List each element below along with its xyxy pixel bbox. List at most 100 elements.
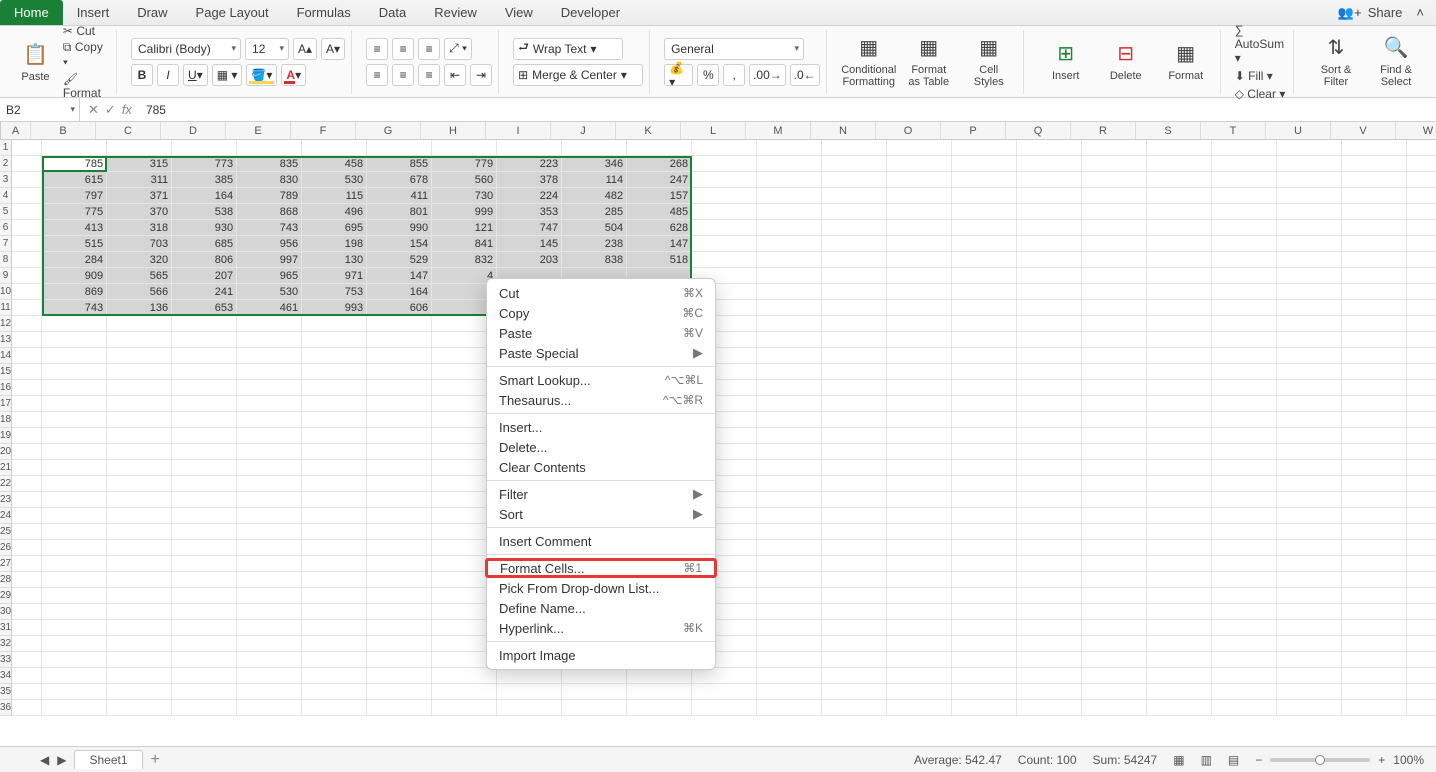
cell-V31[interactable] xyxy=(1342,620,1407,636)
cell-U16[interactable] xyxy=(1277,380,1342,396)
view-normal-icon[interactable]: ▦ xyxy=(1173,753,1184,767)
cell-C10[interactable]: 566 xyxy=(107,284,172,300)
row-head-1[interactable]: 1 xyxy=(0,140,11,156)
cell-O20[interactable] xyxy=(887,444,952,460)
cell-D2[interactable]: 773 xyxy=(172,156,237,172)
cell-K8[interactable]: 518 xyxy=(627,252,692,268)
cell-W25[interactable] xyxy=(1407,524,1436,540)
cell-V35[interactable] xyxy=(1342,684,1407,700)
cell-C8[interactable]: 320 xyxy=(107,252,172,268)
cell-U6[interactable] xyxy=(1277,220,1342,236)
cell-K3[interactable]: 247 xyxy=(627,172,692,188)
cell-M30[interactable] xyxy=(757,604,822,620)
cell-K2[interactable]: 268 xyxy=(627,156,692,172)
cell-C14[interactable] xyxy=(107,348,172,364)
cell-N5[interactable] xyxy=(822,204,887,220)
cell-G29[interactable] xyxy=(367,588,432,604)
cell-W12[interactable] xyxy=(1407,316,1436,332)
cell-T16[interactable] xyxy=(1212,380,1277,396)
cancel-formula-icon[interactable]: ✕ xyxy=(88,102,99,118)
row-head-20[interactable]: 20 xyxy=(0,444,11,460)
cell-E10[interactable]: 530 xyxy=(237,284,302,300)
cell-V13[interactable] xyxy=(1342,332,1407,348)
cell-F30[interactable] xyxy=(302,604,367,620)
cell-N33[interactable] xyxy=(822,652,887,668)
cell-Q19[interactable] xyxy=(1017,428,1082,444)
cell-U3[interactable] xyxy=(1277,172,1342,188)
cell-B14[interactable] xyxy=(42,348,107,364)
cell-M5[interactable] xyxy=(757,204,822,220)
cell-P34[interactable] xyxy=(952,668,1017,684)
cell-F35[interactable] xyxy=(302,684,367,700)
cell-V9[interactable] xyxy=(1342,268,1407,284)
row-head-11[interactable]: 11 xyxy=(0,300,11,316)
cell-J34[interactable] xyxy=(562,668,627,684)
cell-B5[interactable]: 775 xyxy=(42,204,107,220)
cell-O31[interactable] xyxy=(887,620,952,636)
cell-O5[interactable] xyxy=(887,204,952,220)
cell-B22[interactable] xyxy=(42,476,107,492)
cell-A22[interactable] xyxy=(12,476,42,492)
cell-U19[interactable] xyxy=(1277,428,1342,444)
cell-C27[interactable] xyxy=(107,556,172,572)
cell-P32[interactable] xyxy=(952,636,1017,652)
cell-R9[interactable] xyxy=(1082,268,1147,284)
cell-K7[interactable]: 147 xyxy=(627,236,692,252)
cell-W16[interactable] xyxy=(1407,380,1436,396)
row-head-18[interactable]: 18 xyxy=(0,412,11,428)
cell-S25[interactable] xyxy=(1147,524,1212,540)
cell-R18[interactable] xyxy=(1082,412,1147,428)
cell-U28[interactable] xyxy=(1277,572,1342,588)
cell-M17[interactable] xyxy=(757,396,822,412)
ribbon-tab-data[interactable]: Data xyxy=(365,0,420,25)
cell-F2[interactable]: 458 xyxy=(302,156,367,172)
col-head-C[interactable]: C xyxy=(96,122,161,139)
cell-W20[interactable] xyxy=(1407,444,1436,460)
ctx-delete-[interactable]: Delete... xyxy=(487,437,715,457)
cell-M4[interactable] xyxy=(757,188,822,204)
cell-C26[interactable] xyxy=(107,540,172,556)
cell-U7[interactable] xyxy=(1277,236,1342,252)
cell-M3[interactable] xyxy=(757,172,822,188)
cell-A4[interactable] xyxy=(12,188,42,204)
cell-B35[interactable] xyxy=(42,684,107,700)
cell-D14[interactable] xyxy=(172,348,237,364)
cell-S6[interactable] xyxy=(1147,220,1212,236)
cell-K34[interactable] xyxy=(627,668,692,684)
cell-A7[interactable] xyxy=(12,236,42,252)
cell-Q16[interactable] xyxy=(1017,380,1082,396)
row-head-10[interactable]: 10 xyxy=(0,284,11,300)
cell-V30[interactable] xyxy=(1342,604,1407,620)
cell-C2[interactable]: 315 xyxy=(107,156,172,172)
conditional-formatting-button[interactable]: ▦Conditional Formatting xyxy=(841,30,897,92)
cell-P8[interactable] xyxy=(952,252,1017,268)
comma-button[interactable]: , xyxy=(723,64,745,86)
cell-O26[interactable] xyxy=(887,540,952,556)
cell-G31[interactable] xyxy=(367,620,432,636)
ctx-hyperlink-[interactable]: Hyperlink...⌘K xyxy=(487,618,715,638)
cell-E2[interactable]: 835 xyxy=(237,156,302,172)
cell-E32[interactable] xyxy=(237,636,302,652)
cell-O1[interactable] xyxy=(887,140,952,156)
font-color-button[interactable]: A ▾ xyxy=(281,64,306,86)
cell-Q15[interactable] xyxy=(1017,364,1082,380)
cell-G15[interactable] xyxy=(367,364,432,380)
cell-E7[interactable]: 956 xyxy=(237,236,302,252)
ribbon-tab-view[interactable]: View xyxy=(491,0,547,25)
sheet-tab[interactable]: Sheet1 xyxy=(74,750,142,769)
cell-O4[interactable] xyxy=(887,188,952,204)
cell-I2[interactable]: 223 xyxy=(497,156,562,172)
cell-O32[interactable] xyxy=(887,636,952,652)
cell-O36[interactable] xyxy=(887,700,952,716)
cell-M8[interactable] xyxy=(757,252,822,268)
cell-G3[interactable]: 678 xyxy=(367,172,432,188)
col-head-Q[interactable]: Q xyxy=(1006,122,1071,139)
cell-M7[interactable] xyxy=(757,236,822,252)
cell-Q11[interactable] xyxy=(1017,300,1082,316)
cell-F31[interactable] xyxy=(302,620,367,636)
cell-Q30[interactable] xyxy=(1017,604,1082,620)
cell-K5[interactable]: 485 xyxy=(627,204,692,220)
cell-W21[interactable] xyxy=(1407,460,1436,476)
row-head-9[interactable]: 9 xyxy=(0,268,11,284)
cell-L35[interactable] xyxy=(692,684,757,700)
